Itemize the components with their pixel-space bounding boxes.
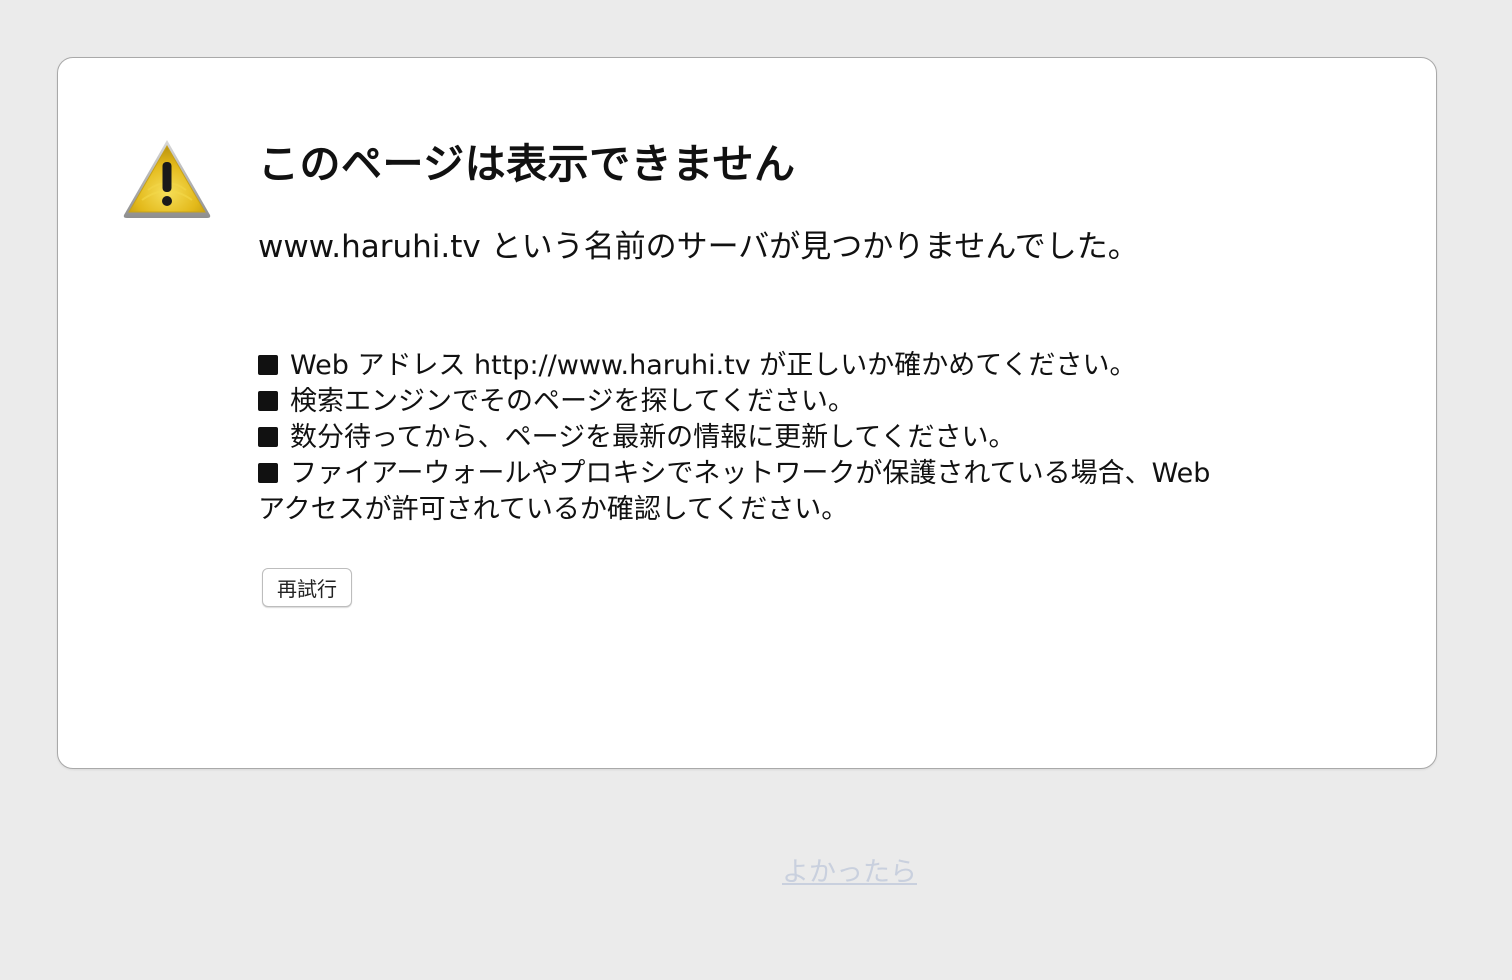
bullet-square-icon xyxy=(258,355,278,375)
bullet-square-icon xyxy=(258,391,278,411)
error-card: このページは表示できません www.haruhi.tv という名前のサーバが見つ… xyxy=(57,57,1437,769)
footer-link[interactable]: よかったら xyxy=(782,850,917,889)
tip-text: Web アドレス http://www.haruhi.tv が正しいか確かめてく… xyxy=(290,350,1137,381)
list-item: ファイアーウォールやプロキシでネットワークが保護されている場合、Web アクセス… xyxy=(258,456,1218,528)
list-item: 検索エンジンでそのページを探してください。 xyxy=(258,384,1218,420)
tip-text: 数分待ってから、ページを最新の情報に更新してください。 xyxy=(290,422,1016,453)
error-message: www.haruhi.tv という名前のサーバが見つかりませんでした。 xyxy=(258,229,1139,265)
error-content: このページは表示できません www.haruhi.tv という名前のサーバが見つ… xyxy=(258,138,1218,607)
bullet-square-icon xyxy=(258,427,278,447)
warning-icon xyxy=(123,140,211,218)
page-title: このページは表示できません xyxy=(258,140,796,188)
retry-button[interactable]: 再試行 xyxy=(262,568,352,607)
tip-text: ファイアーウォールやプロキシでネットワークが保護されている場合、Web アクセス… xyxy=(258,458,1211,525)
list-item: 数分待ってから、ページを最新の情報に更新してください。 xyxy=(258,420,1218,456)
bullet-square-icon xyxy=(258,463,278,483)
tips-list: Web アドレス http://www.haruhi.tv が正しいか確かめてく… xyxy=(258,348,1218,528)
list-item: Web アドレス http://www.haruhi.tv が正しいか確かめてく… xyxy=(258,348,1218,384)
tip-text: 検索エンジンでそのページを探してください。 xyxy=(290,386,855,417)
error-page: このページは表示できません www.haruhi.tv という名前のサーバが見つ… xyxy=(0,0,1512,980)
